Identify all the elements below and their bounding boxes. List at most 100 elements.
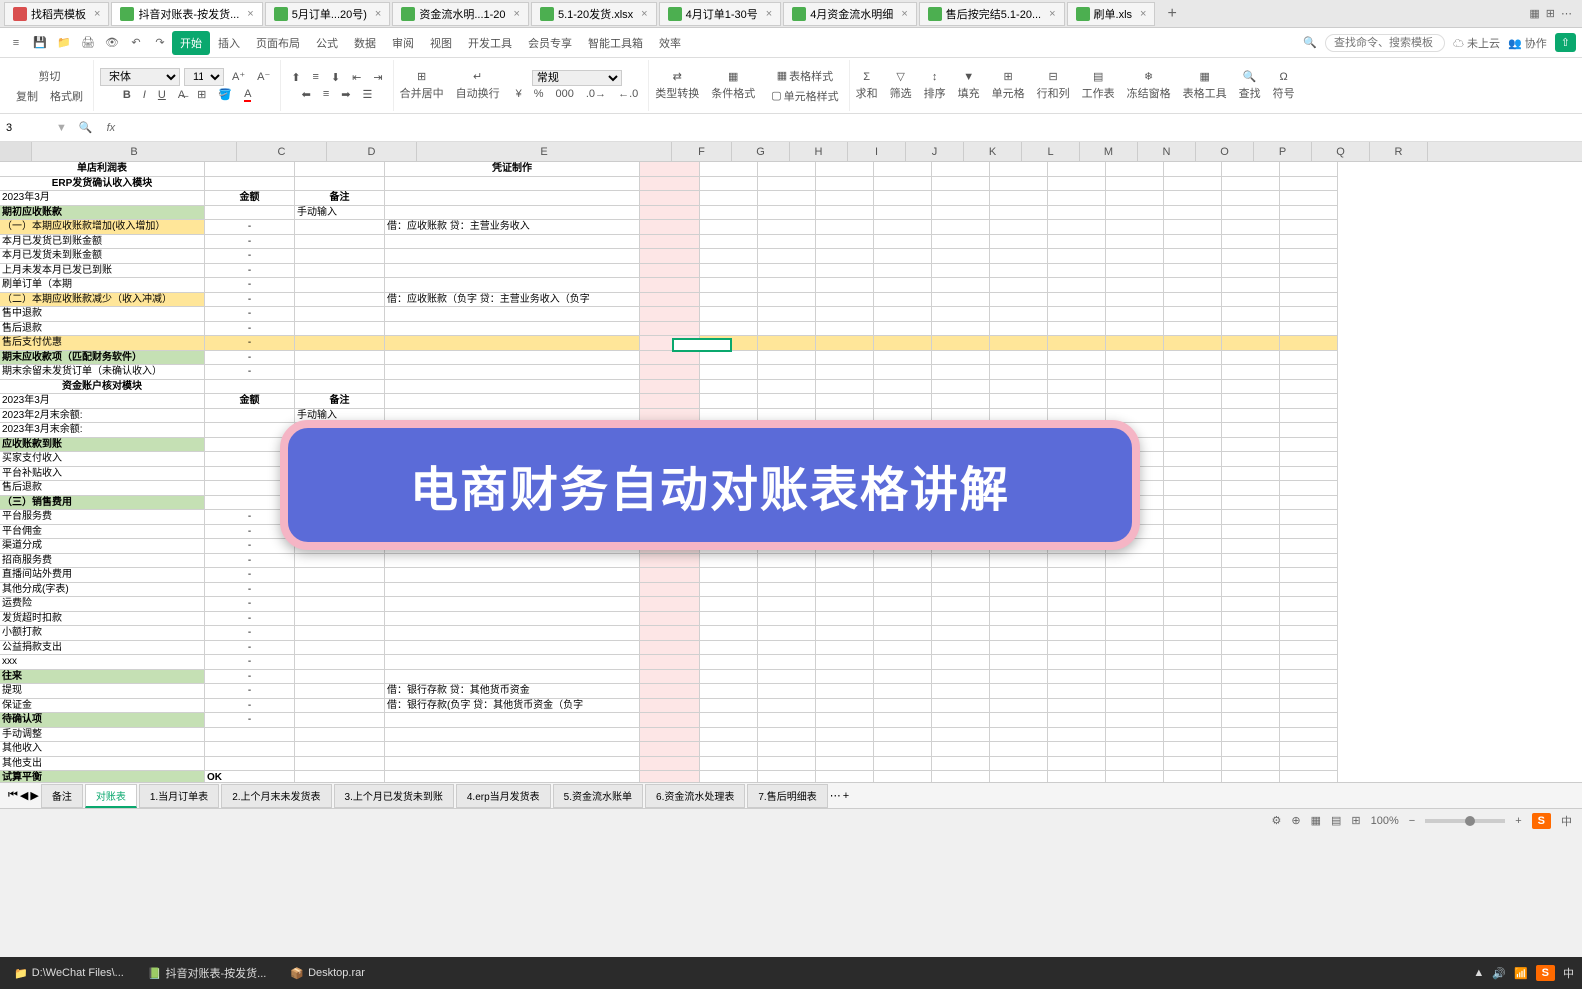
cell[interactable] [1164,336,1222,351]
cell[interactable] [1048,597,1106,612]
cell[interactable] [1222,235,1280,250]
cell[interactable] [1222,162,1280,177]
cell[interactable] [816,568,874,583]
cell[interactable]: 上月未发本月已发已到账 [0,264,205,279]
cell[interactable] [1222,713,1280,728]
sheet-nav-first[interactable]: ⏮ [8,789,18,802]
cell[interactable] [1222,336,1280,351]
cell[interactable] [1106,235,1164,250]
cell[interactable] [816,380,874,395]
cell[interactable] [385,394,640,409]
cell[interactable] [1048,336,1106,351]
menu-icon[interactable]: ≡ [6,33,26,53]
cell[interactable] [1164,206,1222,221]
cell[interactable] [932,757,990,772]
filter-button[interactable]: ▽筛选 [884,70,918,101]
cell[interactable]: - [205,670,295,685]
cell[interactable] [932,568,990,583]
cell[interactable] [990,597,1048,612]
cell[interactable] [1280,467,1338,482]
cell[interactable] [874,278,932,293]
cell[interactable] [205,409,295,424]
cell[interactable] [1048,728,1106,743]
cell[interactable] [1222,264,1280,279]
cell[interactable]: - [205,336,295,351]
italic-button[interactable]: I [139,87,150,103]
cell[interactable] [1280,612,1338,627]
cell[interactable] [700,278,758,293]
cell[interactable] [385,191,640,206]
col-header[interactable]: G [732,142,790,161]
cell[interactable] [1280,423,1338,438]
ribbon-tab[interactable]: 插入 [210,31,248,55]
cell[interactable] [1222,612,1280,627]
cell[interactable] [1280,394,1338,409]
cell[interactable] [932,264,990,279]
cell[interactable] [874,336,932,351]
cell[interactable] [990,322,1048,337]
close-icon[interactable]: × [901,8,907,20]
cell[interactable] [1106,626,1164,641]
cell[interactable] [990,713,1048,728]
cell[interactable] [1106,293,1164,308]
cell[interactable] [1164,597,1222,612]
cell[interactable] [1164,612,1222,627]
cell[interactable] [932,583,990,598]
sheet-tab[interactable]: 2.上个月末未发货表 [221,784,331,808]
cell[interactable] [1164,278,1222,293]
cell[interactable] [1164,742,1222,757]
cell[interactable] [874,728,932,743]
cell[interactable] [990,641,1048,656]
cell[interactable] [1164,191,1222,206]
cell[interactable] [990,235,1048,250]
cell[interactable] [1048,771,1106,782]
cell[interactable] [990,568,1048,583]
save-icon[interactable]: 💾 [30,33,50,53]
cell[interactable] [1164,438,1222,453]
cell[interactable] [1106,655,1164,670]
cell[interactable] [816,394,874,409]
sheet-tab[interactable]: 7.售后明细表 [747,784,827,808]
cell[interactable] [874,249,932,264]
cell[interactable]: 试算平衡 [0,771,205,782]
cell[interactable] [295,670,385,685]
cell[interactable] [932,322,990,337]
cell[interactable] [1106,380,1164,395]
cell[interactable]: - [205,264,295,279]
cell[interactable] [1106,351,1164,366]
cell[interactable]: - [205,713,295,728]
close-icon[interactable]: × [641,8,647,20]
cell[interactable] [1106,597,1164,612]
cell[interactable] [1164,423,1222,438]
col-header[interactable]: J [906,142,964,161]
cell[interactable] [816,612,874,627]
cell[interactable] [640,191,700,206]
ime-lang[interactable]: 中 [1563,965,1574,981]
cell[interactable] [990,307,1048,322]
cell[interactable] [990,191,1048,206]
cell[interactable] [640,583,700,598]
cell[interactable] [1222,597,1280,612]
col-header[interactable]: N [1138,142,1196,161]
cell[interactable] [295,728,385,743]
add-sheet[interactable]: + [843,790,849,802]
indent-dec[interactable]: ⇤ [348,69,365,86]
cell[interactable] [816,177,874,192]
cell[interactable] [640,307,700,322]
coop-button[interactable]: 👥 协作 [1508,35,1547,51]
ribbon-tab[interactable]: 页面布局 [248,31,308,55]
cell[interactable] [816,728,874,743]
cell[interactable] [385,641,640,656]
cell[interactable] [990,670,1048,685]
cell[interactable] [385,597,640,612]
close-icon[interactable]: × [1049,8,1055,20]
zoom-out[interactable]: − [1409,815,1415,827]
cell[interactable] [1164,496,1222,511]
percent-button[interactable]: % [530,86,548,102]
cell[interactable] [874,742,932,757]
cell[interactable] [816,162,874,177]
print-icon[interactable]: 🖨 [78,33,98,53]
cell[interactable] [1280,438,1338,453]
cell[interactable] [1048,583,1106,598]
cell[interactable] [640,713,700,728]
